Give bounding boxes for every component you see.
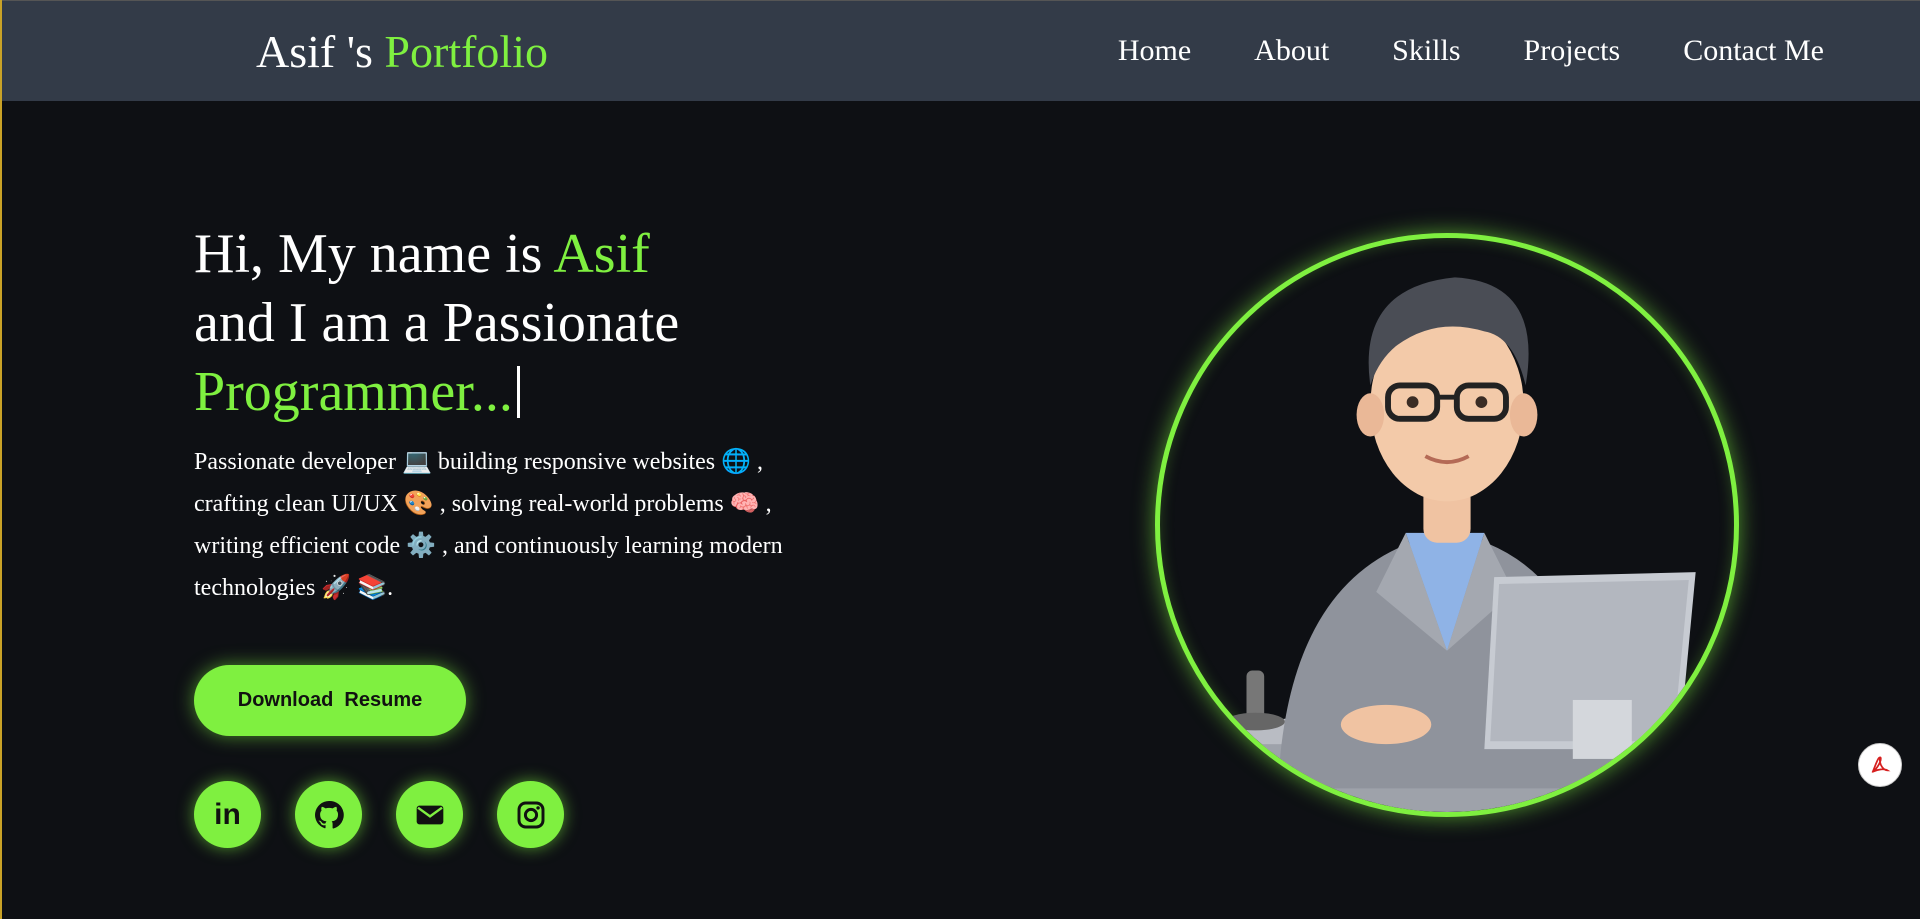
pdf-viewer-button[interactable] (1858, 743, 1902, 787)
nav-home[interactable]: Home (1118, 31, 1191, 71)
envelope-icon (416, 805, 443, 824)
download-resume-button[interactable]: Download Resume (194, 665, 466, 736)
github-icon (314, 800, 344, 828)
nav-menu: Home About Skills Projects Contact Me (1118, 31, 1824, 71)
headline-role: Programmer... (194, 361, 513, 423)
hero-intro: Hi, My name is Asif and I am a Passionat… (194, 220, 814, 633)
hero-headline: Hi, My name is Asif and I am a Passionat… (194, 220, 814, 427)
brand-accent: Portfolio (384, 26, 548, 77)
nav-about[interactable]: About (1254, 31, 1329, 71)
nav-skills[interactable]: Skills (1392, 31, 1460, 71)
typing-cursor (516, 366, 520, 418)
brand-name: Asif 's (256, 26, 385, 77)
acrobat-pdf-icon (1871, 756, 1891, 773)
headline-greeting: Hi, My name is (194, 223, 554, 285)
brand-logo[interactable]: Asif 's Portfolio (256, 25, 548, 79)
social-links: in (194, 781, 564, 848)
nav-contact-me[interactable]: Contact Me (1683, 31, 1824, 71)
nav-projects[interactable]: Projects (1524, 31, 1621, 71)
hero-description: Passionate developer 💻 building responsi… (194, 449, 783, 601)
linkedin-button[interactable]: in (194, 781, 261, 848)
linkedin-icon: in (214, 797, 241, 831)
headline-name: Asif (553, 223, 650, 285)
instagram-icon (517, 801, 544, 828)
github-button[interactable] (295, 781, 362, 848)
profile-avatar (1155, 233, 1739, 817)
instagram-button[interactable] (497, 781, 564, 848)
navbar: Asif 's Portfolio Home About Skills Proj… (2, 0, 1920, 101)
email-button[interactable] (396, 781, 463, 848)
headline-line2: and I am a Passionate (194, 292, 680, 354)
developer-avatar-illustration (1191, 277, 1703, 812)
